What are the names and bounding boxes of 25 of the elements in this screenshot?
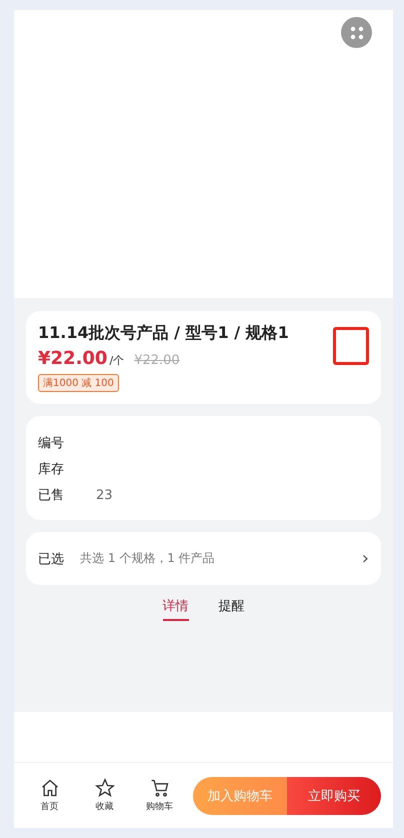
buy-now-button[interactable]: 立即购买 bbox=[287, 776, 381, 814]
tab[interactable]: 详情 bbox=[162, 597, 188, 621]
info-label: 库存 bbox=[38, 461, 65, 478]
selection-row[interactable]: 已选 共选 1 个规格，1 件产品 › bbox=[26, 532, 381, 585]
price: ¥22.00 bbox=[38, 348, 108, 369]
cart-icon bbox=[150, 778, 170, 798]
nav-item[interactable]: 购物车 bbox=[132, 778, 187, 813]
original-price: ¥22.00 bbox=[134, 353, 180, 368]
info-value: 23 bbox=[96, 488, 113, 502]
selection-label: 已选 bbox=[38, 550, 65, 568]
nav-item[interactable]: 首页 bbox=[22, 778, 77, 813]
promo-tag: 满1000 减 100 bbox=[38, 374, 119, 392]
info-label: 已售 bbox=[38, 487, 65, 504]
product-title: 11.14批次号产品 / 型号1 / 规格1 bbox=[38, 323, 289, 344]
menu-button[interactable] bbox=[341, 17, 372, 48]
price-unit: /个 bbox=[109, 353, 124, 368]
nav-item[interactable]: 收藏 bbox=[77, 778, 132, 813]
dots-icon bbox=[350, 26, 364, 40]
chevron: › bbox=[362, 548, 369, 569]
info-label: 编号 bbox=[38, 435, 65, 452]
home-icon bbox=[40, 778, 60, 798]
square-icon bbox=[333, 327, 369, 365]
star-icon bbox=[94, 778, 114, 798]
tab[interactable]: 提醒 bbox=[218, 597, 244, 621]
selection-summary: 共选 1 个规格，1 件产品 bbox=[80, 550, 216, 567]
